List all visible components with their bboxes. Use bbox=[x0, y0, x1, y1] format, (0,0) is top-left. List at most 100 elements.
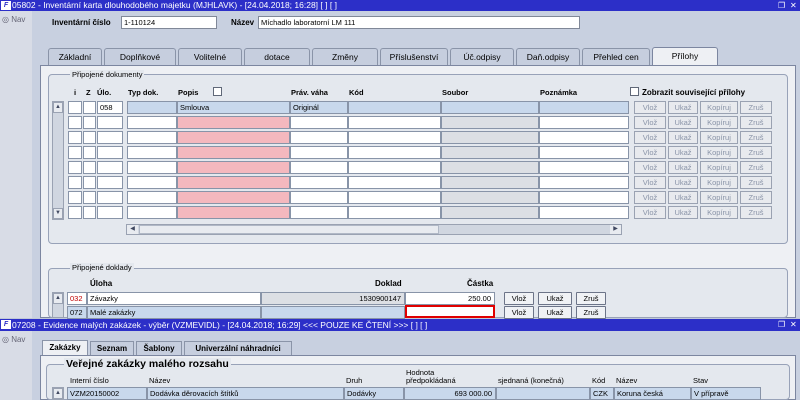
row6-insert-button[interactable]: Vlož bbox=[634, 176, 666, 189]
row5-ulo[interactable] bbox=[97, 161, 123, 174]
row7-insert-button[interactable]: Vlož bbox=[634, 191, 666, 204]
vzmr-row-mena[interactable]: Koruna česká bbox=[614, 387, 691, 400]
record1-show-button[interactable]: Ukaž bbox=[538, 292, 572, 305]
row8-i[interactable] bbox=[68, 206, 82, 219]
row8-kod[interactable] bbox=[348, 206, 441, 219]
scroll-left-icon[interactable]: ◀ bbox=[127, 225, 138, 234]
row5-show-button[interactable]: Ukaž bbox=[668, 161, 698, 174]
row3-soubor[interactable] bbox=[441, 131, 539, 144]
row8-soubor[interactable] bbox=[441, 206, 539, 219]
name-field[interactable]: Míchadlo laboratorní LM 111 bbox=[258, 16, 580, 29]
popis-checkbox[interactable] bbox=[213, 87, 222, 96]
row2-poznamka[interactable] bbox=[539, 116, 629, 129]
row5-popis[interactable] bbox=[177, 161, 290, 174]
row3-popis[interactable] bbox=[177, 131, 290, 144]
row8-poznamka[interactable] bbox=[539, 206, 629, 219]
row8-ulo[interactable] bbox=[97, 206, 123, 219]
record1-doklad[interactable]: 1530900147 bbox=[261, 292, 405, 305]
row5-i[interactable] bbox=[68, 161, 82, 174]
row6-kod[interactable] bbox=[348, 176, 441, 189]
vzmr-scrollbar[interactable]: ▲ bbox=[52, 387, 64, 400]
record1-delete-button[interactable]: Zruš bbox=[576, 292, 606, 305]
record2-castka-highlighted[interactable] bbox=[405, 305, 495, 318]
record1-castka[interactable]: 250.00 bbox=[405, 292, 495, 305]
tab-dotace[interactable]: dotace bbox=[244, 48, 310, 65]
row2-i[interactable] bbox=[68, 116, 82, 129]
row6-popis[interactable] bbox=[177, 176, 290, 189]
row1-typ[interactable] bbox=[127, 101, 177, 114]
row3-kod[interactable] bbox=[348, 131, 441, 144]
nav2-button[interactable]: ◎ Nav bbox=[2, 335, 25, 344]
row7-popis[interactable] bbox=[177, 191, 290, 204]
row3-vaha[interactable] bbox=[290, 131, 348, 144]
vzmr-row-sjednana[interactable] bbox=[496, 387, 590, 400]
record1-name[interactable]: Závazky bbox=[87, 292, 261, 305]
row6-show-button[interactable]: Ukaž bbox=[668, 176, 698, 189]
row3-insert-button[interactable]: Vlož bbox=[634, 131, 666, 144]
row8-delete-button[interactable]: Zruš bbox=[740, 206, 772, 219]
row8-typ[interactable] bbox=[127, 206, 177, 219]
row1-copy-button[interactable]: Kopíruj bbox=[700, 101, 738, 114]
row5-z[interactable] bbox=[83, 161, 96, 174]
row2-soubor[interactable] bbox=[441, 116, 539, 129]
row5-poznamka[interactable] bbox=[539, 161, 629, 174]
row4-copy-button[interactable]: Kopíruj bbox=[700, 146, 738, 159]
row1-show-button[interactable]: Ukaž bbox=[668, 101, 698, 114]
row5-kod[interactable] bbox=[348, 161, 441, 174]
records-scroll-up-icon[interactable]: ▲ bbox=[53, 293, 63, 304]
row5-copy-button[interactable]: Kopíruj bbox=[700, 161, 738, 174]
row1-i[interactable] bbox=[68, 101, 82, 114]
row4-i[interactable] bbox=[68, 146, 82, 159]
tab-prilohy[interactable]: Přílohy bbox=[652, 47, 718, 66]
row5-vaha[interactable] bbox=[290, 161, 348, 174]
row4-kod[interactable] bbox=[348, 146, 441, 159]
close2-icon[interactable]: ✕ bbox=[790, 319, 797, 330]
records-scrollbar[interactable]: ▲ bbox=[52, 292, 64, 318]
record1-code[interactable]: 032 bbox=[67, 292, 87, 305]
row4-delete-button[interactable]: Zruš bbox=[740, 146, 772, 159]
row1-ulo[interactable]: 058 bbox=[97, 101, 123, 114]
row1-poznamka[interactable] bbox=[539, 101, 629, 114]
row2-kod[interactable] bbox=[348, 116, 441, 129]
docs-vertical-scrollbar[interactable]: ▲ ▼ bbox=[52, 101, 64, 220]
row4-vaha[interactable] bbox=[290, 146, 348, 159]
row3-show-button[interactable]: Ukaž bbox=[668, 131, 698, 144]
row8-insert-button[interactable]: Vlož bbox=[634, 206, 666, 219]
tab2-univerzalni[interactable]: Univerzální náhradníci bbox=[184, 341, 292, 355]
record2-doklad[interactable] bbox=[261, 306, 405, 319]
row6-ulo[interactable] bbox=[97, 176, 123, 189]
tab-zakladni[interactable]: Základní bbox=[48, 48, 102, 65]
row6-copy-button[interactable]: Kopíruj bbox=[700, 176, 738, 189]
restore-icon[interactable]: ❐ bbox=[778, 0, 785, 11]
vzmr-row-nazev[interactable]: Dodávka děrovacích štítků bbox=[147, 387, 344, 400]
row4-soubor[interactable] bbox=[441, 146, 539, 159]
vzmr-row-predpokladana[interactable]: 693 000.00 bbox=[404, 387, 496, 400]
show-related-checkbox[interactable] bbox=[630, 87, 639, 96]
nav-button[interactable]: ◎ Nav bbox=[2, 15, 25, 24]
row3-z[interactable] bbox=[83, 131, 96, 144]
row2-delete-button[interactable]: Zruš bbox=[740, 116, 772, 129]
row7-poznamka[interactable] bbox=[539, 191, 629, 204]
record2-name[interactable]: Malé zakázky bbox=[87, 306, 261, 319]
tab-prislusenstvi[interactable]: Příslušenství bbox=[380, 48, 448, 65]
row2-copy-button[interactable]: Kopíruj bbox=[700, 116, 738, 129]
row3-ulo[interactable] bbox=[97, 131, 123, 144]
row7-i[interactable] bbox=[68, 191, 82, 204]
tab2-sablony[interactable]: Šablony bbox=[136, 341, 182, 355]
window2-titlebar[interactable]: F 07208 - Evidence malých zakázek - výbě… bbox=[0, 319, 800, 331]
tab-uc-odpisy[interactable]: Úč.odpisy bbox=[450, 48, 514, 65]
tab-dan-odpisy[interactable]: Daň.odpisy bbox=[516, 48, 580, 65]
row4-popis[interactable] bbox=[177, 146, 290, 159]
row8-show-button[interactable]: Ukaž bbox=[668, 206, 698, 219]
row1-kod[interactable] bbox=[348, 101, 441, 114]
row8-copy-button[interactable]: Kopíruj bbox=[700, 206, 738, 219]
row3-poznamka[interactable] bbox=[539, 131, 629, 144]
row3-copy-button[interactable]: Kopíruj bbox=[700, 131, 738, 144]
row2-popis[interactable] bbox=[177, 116, 290, 129]
vzmr-row-kod[interactable]: CZK bbox=[590, 387, 614, 400]
row1-popis[interactable]: Smlouva bbox=[177, 101, 290, 114]
row4-z[interactable] bbox=[83, 146, 96, 159]
row1-insert-button[interactable]: Vlož bbox=[634, 101, 666, 114]
row1-delete-button[interactable]: Zruš bbox=[740, 101, 772, 114]
scroll-thumb[interactable] bbox=[139, 225, 439, 234]
